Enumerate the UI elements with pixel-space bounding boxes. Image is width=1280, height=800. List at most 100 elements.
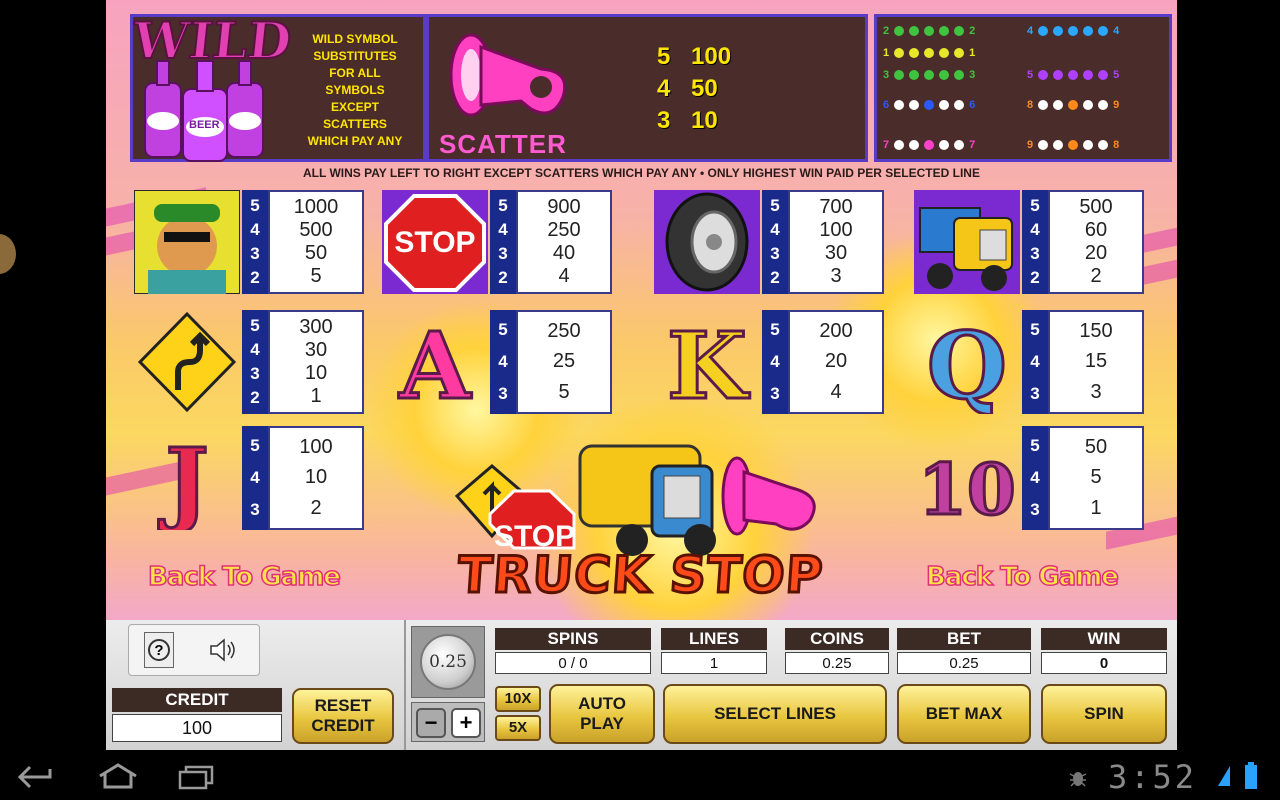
sound-button[interactable] <box>206 632 242 668</box>
payout-value: 300 <box>299 316 333 338</box>
payline-dot <box>939 48 950 58</box>
bet-max-button[interactable]: BET MAX <box>897 684 1031 744</box>
paytable-entry: A 5 4 3 250 25 5 <box>382 310 614 422</box>
back-icon[interactable] <box>16 764 56 790</box>
payline-dot <box>894 70 905 80</box>
field-value-bet: 0.25 <box>897 652 1031 674</box>
payout-value: 2 <box>310 497 322 520</box>
payline-dot <box>1053 70 1064 80</box>
spin-button[interactable]: SPIN <box>1041 684 1167 744</box>
payline-dot <box>1038 140 1049 150</box>
payline-dot <box>1083 70 1094 80</box>
payout-column: 500 60 20 2 <box>1048 190 1144 294</box>
svg-text:Q: Q <box>927 312 1007 414</box>
back-to-game-left[interactable]: Back To Game <box>147 561 341 593</box>
payline-dot <box>909 48 920 58</box>
wild-description: WILD SYMBOL SUBSTITUTES FOR ALL SYMBOLS EXCE… <box>285 31 425 150</box>
payout-value: 2 <box>1090 265 1102 287</box>
payline-dot <box>909 26 920 36</box>
payline-dot <box>954 140 965 150</box>
field-value-lines: 1 <box>661 652 767 674</box>
dump-truck-symbol-icon <box>914 190 1020 294</box>
payline-dot <box>1053 100 1064 110</box>
scatter-pay-5: 5 100 <box>657 43 732 70</box>
payline-row: 33 <box>883 69 975 81</box>
coin-plus-button[interactable]: + <box>451 708 481 738</box>
match-count: 3 <box>250 500 260 519</box>
payout-column: 700 100 30 3 <box>788 190 884 294</box>
match-count: 3 <box>770 244 780 263</box>
match-count-column: 5 4 3 2 <box>1022 190 1048 294</box>
scatter-label: SCATTER <box>439 129 567 159</box>
payout-value: 900 <box>547 196 581 218</box>
wild-panel: WILD BEER WILD SYMBOL SUBSTITUTES FOR ALL S… <box>129 10 426 162</box>
payline-row: 66 <box>883 99 975 111</box>
recent-apps-icon[interactable] <box>176 764 216 790</box>
paytable-entry: Q 5 4 3 150 15 3 <box>914 310 1146 422</box>
help-button[interactable]: ? <box>144 632 174 668</box>
side-handle[interactable] <box>0 234 16 274</box>
match-count: 3 <box>498 244 508 263</box>
match-count: 5 <box>1030 320 1040 339</box>
match-count: 5 <box>498 320 508 339</box>
back-to-game-right[interactable]: Back To Game <box>925 561 1119 593</box>
svg-text:STOP: STOP <box>394 226 475 259</box>
reset-credit-button[interactable]: RESET CREDIT <box>292 688 394 744</box>
match-count: 2 <box>250 388 260 407</box>
help-icon: ? <box>148 639 170 661</box>
match-count-column: 5 4 3 <box>490 310 516 414</box>
payline-dot <box>894 140 905 150</box>
payout-value: 5 <box>310 265 322 287</box>
match-count: 2 <box>250 268 260 287</box>
select-lines-button[interactable]: SELECT LINES <box>663 684 887 744</box>
payline-start: 9 <box>1027 139 1034 151</box>
home-icon[interactable] <box>96 762 140 790</box>
payout-value: 50 <box>1084 435 1108 458</box>
payout-column: 300 30 10 1 <box>268 310 364 414</box>
match-count: 4 <box>498 352 508 371</box>
match-count: 5 <box>498 196 508 215</box>
match-count: 4 <box>770 352 780 371</box>
match-count: 5 <box>1030 196 1040 215</box>
auto-play-button[interactable]: AUTO PLAY <box>549 684 655 744</box>
payline-row: 89 <box>1027 99 1119 111</box>
field-label-spins: SPINS <box>495 628 651 650</box>
match-count: 3 <box>250 364 260 383</box>
payline-dot <box>924 140 935 150</box>
payline-start: 7 <box>883 139 890 151</box>
payline-dot <box>1068 26 1079 36</box>
coin-icon: 0.25 <box>420 634 476 690</box>
payline-dot <box>1038 100 1049 110</box>
match-count: 2 <box>1030 268 1040 287</box>
payline-row: 77 <box>883 139 975 151</box>
match-count: 4 <box>1030 468 1040 487</box>
payline-dot <box>1098 70 1109 80</box>
battery-icon <box>1245 762 1257 789</box>
bug-icon <box>1069 772 1087 787</box>
payout-value: 250 <box>547 219 581 241</box>
payout-value: 25 <box>552 350 576 373</box>
payline-end: 3 <box>969 69 976 81</box>
payline-dot <box>1068 140 1079 150</box>
payout-value: 40 <box>552 242 576 264</box>
payout-column: 900 250 40 4 <box>516 190 612 294</box>
x10-button[interactable]: 10X <box>495 686 541 712</box>
paytable-entry: 5 4 3 2 300 30 10 1 <box>134 310 366 414</box>
coin-minus-button[interactable]: − <box>416 708 446 738</box>
divider <box>404 620 406 750</box>
match-count-column: 5 4 3 <box>1022 426 1048 530</box>
payout-column: 250 25 5 <box>516 310 612 414</box>
match-count: 4 <box>1030 352 1040 371</box>
payline-dot <box>924 100 935 110</box>
payline-dot <box>1053 26 1064 36</box>
payout-column: 1000 500 50 5 <box>268 190 364 294</box>
paytable-entry: K 5 4 3 200 20 4 <box>654 310 886 422</box>
paylines-panel: 221133445566778998 <box>874 14 1172 162</box>
payline-row: 55 <box>1027 69 1119 81</box>
rules-text: ALL WINS PAY LEFT TO RIGHT EXCEPT SCATTE… <box>303 166 980 180</box>
match-count-column: 5 4 3 2 <box>490 190 516 294</box>
x5-button[interactable]: 5X <box>495 715 541 741</box>
10-symbol-icon: 10 <box>914 426 1020 533</box>
payout-value: 1 <box>310 385 322 407</box>
field-value-coins: 0.25 <box>785 652 889 674</box>
